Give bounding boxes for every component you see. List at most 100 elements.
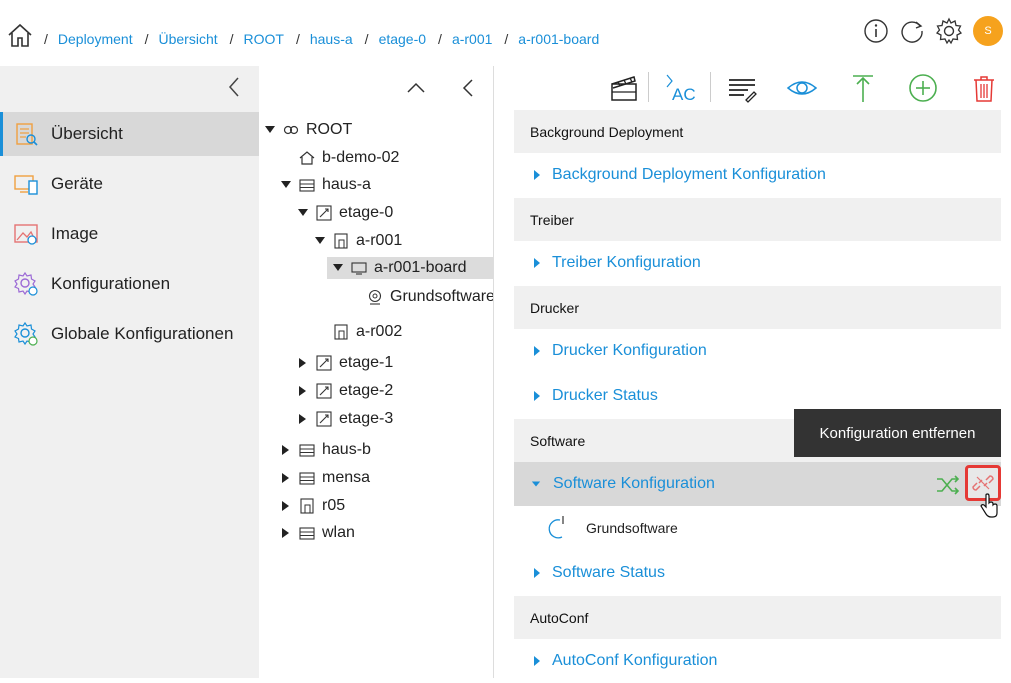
tree-node-a-r001-board[interactable]: a-r001-board xyxy=(327,257,493,279)
caret-down-icon[interactable] xyxy=(313,234,327,248)
caret-right-icon[interactable] xyxy=(296,384,310,398)
sidebar-item-image[interactable]: Image xyxy=(0,212,259,256)
global-config-icon xyxy=(14,321,38,346)
tree-node-haus-b[interactable]: haus-b xyxy=(279,439,371,461)
row-drucker-konfiguration[interactable]: Drucker Konfiguration xyxy=(514,329,1001,373)
caret-right-icon xyxy=(534,170,540,180)
board-icon xyxy=(351,262,367,275)
tree-node-grundsoftware[interactable]: Grundsoftware xyxy=(367,286,493,308)
sub-row-label: Grundsoftware xyxy=(586,520,678,536)
tree-label: wlan xyxy=(322,524,355,541)
caret-right-icon[interactable] xyxy=(279,526,293,540)
building-icon xyxy=(299,527,315,540)
tree-node-wlan[interactable]: wlan xyxy=(279,522,355,544)
tree-label: haus-b xyxy=(322,441,371,458)
tree-node-a-r001[interactable]: a-r001 xyxy=(313,230,402,252)
autoconf-ac-button[interactable]: AC xyxy=(664,72,704,104)
tooltip: Konfiguration entfernen xyxy=(794,409,1001,457)
add-circle-icon[interactable] xyxy=(907,72,939,104)
tree-node-r05[interactable]: r05 xyxy=(279,495,345,517)
tree-node-root[interactable]: ROOT xyxy=(263,119,352,141)
user-avatar[interactable]: S xyxy=(973,16,1003,46)
tree-node-etage-3[interactable]: etage-3 xyxy=(296,408,393,430)
refresh-icon[interactable] xyxy=(899,18,925,44)
floor-icon xyxy=(316,205,332,221)
deploy-arrow-icon xyxy=(548,516,564,539)
caret-right-icon[interactable] xyxy=(279,471,293,485)
chevron-left-icon[interactable] xyxy=(457,77,479,99)
tree-label: b-demo-02 xyxy=(322,149,400,166)
tree-label: ROOT xyxy=(306,121,353,138)
room-icon xyxy=(300,498,314,514)
breadcrumb-haus-a[interactable]: haus-a xyxy=(310,31,353,47)
settings-gear-icon[interactable] xyxy=(935,17,963,45)
row-treiber-konfiguration[interactable]: Treiber Konfiguration xyxy=(514,241,1001,285)
caret-down-icon[interactable] xyxy=(279,178,293,192)
caret-right-icon xyxy=(534,391,540,401)
breadcrumb-a-r001-board[interactable]: a-r001-board xyxy=(518,31,599,47)
shuffle-icon[interactable] xyxy=(935,472,961,498)
top-actions: S xyxy=(863,16,1003,46)
floor-icon xyxy=(316,411,332,427)
breadcrumb-root[interactable]: ROOT xyxy=(244,31,284,47)
section-header-drucker: Drucker xyxy=(514,286,1001,329)
floor-icon xyxy=(316,383,332,399)
caret-right-icon xyxy=(534,346,540,356)
row-background-deployment-konfiguration[interactable]: Background Deployment Konfiguration xyxy=(514,153,1001,197)
tree-node-a-r002[interactable]: a-r002 xyxy=(333,321,402,343)
breadcrumb-deployment[interactable]: Deployment xyxy=(58,31,133,47)
tree-node-mensa[interactable]: mensa xyxy=(279,467,370,489)
row-software-konfiguration[interactable]: Software Konfiguration xyxy=(514,462,1001,506)
chevron-up-icon[interactable] xyxy=(405,77,427,99)
caret-right-icon xyxy=(534,568,540,578)
caret-down-icon[interactable] xyxy=(331,261,345,275)
tree-node-b-demo-02[interactable]: b-demo-02 xyxy=(299,147,399,169)
caret-down-icon[interactable] xyxy=(263,123,277,137)
trash-icon[interactable] xyxy=(968,72,1000,104)
upload-arrow-icon[interactable] xyxy=(847,72,879,104)
sidebar-label-image: Image xyxy=(51,224,99,243)
caret-right-icon[interactable] xyxy=(296,356,310,370)
sidebar-label-konfigurationen: Konfigurationen xyxy=(51,274,171,293)
row-label: AutoConf Konfiguration xyxy=(552,652,718,669)
section-header-background-deployment: Background Deployment xyxy=(514,110,1001,153)
row-label: Software Konfiguration xyxy=(553,475,715,492)
sidebar-item-geraete[interactable]: Geräte xyxy=(0,162,259,206)
tree-label: etage-1 xyxy=(339,354,394,371)
breadcrumb-uebersicht[interactable]: Übersicht xyxy=(158,31,217,47)
sidebar-item-uebersicht[interactable]: Übersicht xyxy=(0,112,259,156)
caret-right-icon[interactable] xyxy=(279,499,293,513)
eye-icon[interactable] xyxy=(786,72,818,104)
tree-node-etage-1[interactable]: etage-1 xyxy=(296,352,393,374)
info-icon[interactable] xyxy=(863,18,889,44)
tree-node-etage-0[interactable]: etage-0 xyxy=(296,202,393,224)
breadcrumb-a-r001[interactable]: a-r001 xyxy=(452,31,492,47)
svg-text:AC: AC xyxy=(672,85,696,104)
software-icon xyxy=(368,289,382,305)
room-icon xyxy=(334,233,348,249)
sidebar-item-globale-konfigurationen[interactable]: Globale Konfigurationen xyxy=(0,312,259,356)
home-icon xyxy=(299,151,315,165)
clapperboard-icon[interactable] xyxy=(608,72,640,104)
row-software-status[interactable]: Software Status xyxy=(514,551,1001,595)
tree-label: haus-a xyxy=(322,176,371,193)
list-edit-icon[interactable] xyxy=(726,72,758,104)
collapse-sidebar-icon[interactable] xyxy=(226,76,242,98)
tree-label: etage-3 xyxy=(339,410,394,427)
row-autoconf-konfiguration[interactable]: AutoConf Konfiguration xyxy=(514,639,1001,683)
tree-node-etage-2[interactable]: etage-2 xyxy=(296,380,393,402)
image-icon xyxy=(14,224,38,245)
caret-down-icon[interactable] xyxy=(296,206,310,220)
sidebar-item-konfigurationen[interactable]: Konfigurationen xyxy=(0,262,259,306)
ac-icon: AC xyxy=(666,74,696,104)
devices-icon xyxy=(14,175,38,195)
tree-node-haus-a[interactable]: haus-a xyxy=(279,174,371,196)
home-icon[interactable] xyxy=(7,22,33,48)
root-icon xyxy=(283,125,299,135)
breadcrumb-etage-0[interactable]: etage-0 xyxy=(379,31,426,47)
content-toolbar: AC xyxy=(494,66,1011,110)
sub-row-grundsoftware[interactable]: Grundsoftware xyxy=(514,506,1001,550)
caret-right-icon[interactable] xyxy=(279,443,293,457)
caret-right-icon[interactable] xyxy=(296,412,310,426)
caret-right-icon xyxy=(534,258,540,268)
